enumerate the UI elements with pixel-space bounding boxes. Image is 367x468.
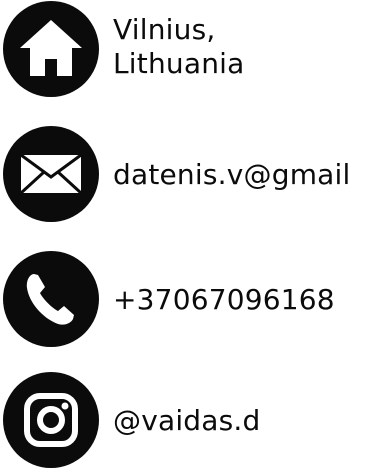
instagram-handle-link[interactable]: @vaidas.d bbox=[113, 404, 261, 438]
instagram-icon bbox=[2, 371, 100, 468]
envelope-icon bbox=[2, 125, 100, 223]
address-line-1: Vilnius, bbox=[113, 13, 216, 46]
contact-email-row: datenis.v@gmail bbox=[0, 125, 367, 225]
address-text: Vilnius, Lithuania bbox=[113, 13, 353, 81]
email-link[interactable]: datenis.v@gmail bbox=[113, 158, 351, 192]
phone-number-link[interactable]: +37067096168 bbox=[113, 283, 335, 317]
phone-icon bbox=[2, 250, 100, 348]
contact-phone-row: +37067096168 bbox=[0, 250, 367, 350]
address-line-2: Lithuania bbox=[113, 47, 245, 80]
contact-address-row: Vilnius, Lithuania bbox=[0, 0, 367, 100]
home-icon bbox=[2, 0, 100, 98]
contact-instagram-row: @vaidas.d bbox=[0, 371, 367, 468]
